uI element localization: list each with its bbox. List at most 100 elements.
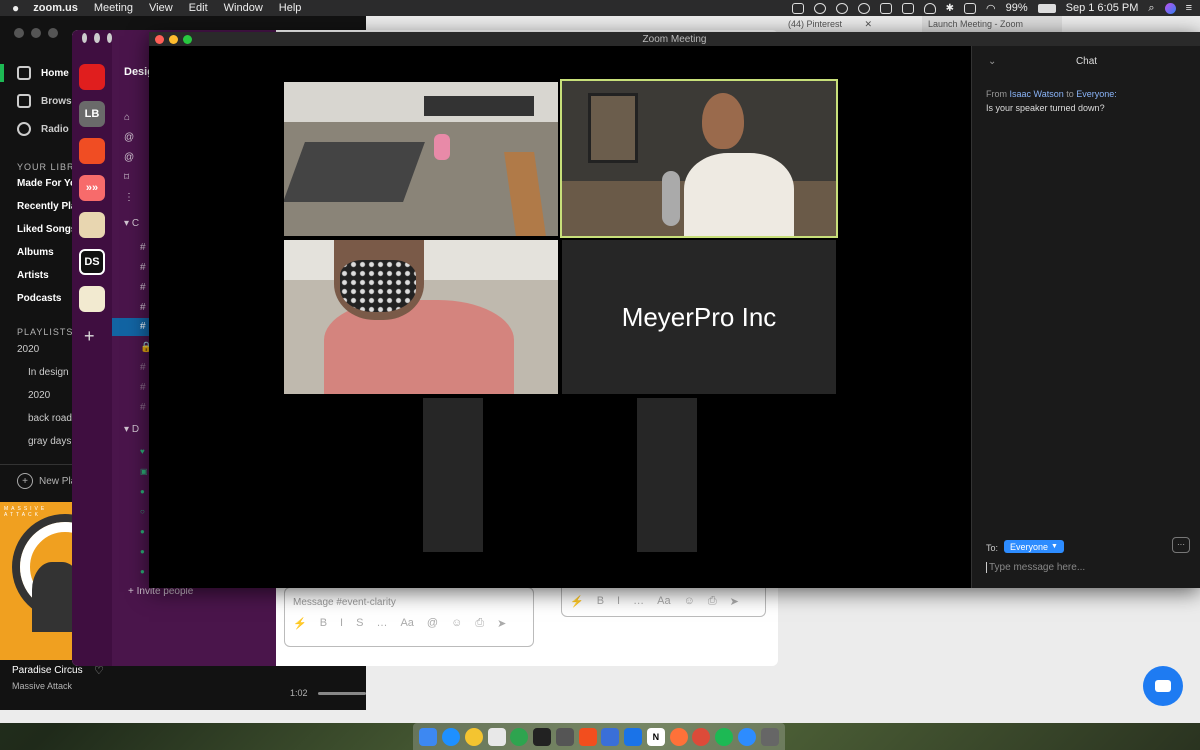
app-icon[interactable] xyxy=(464,727,483,746)
close-window-button[interactable] xyxy=(155,35,164,44)
now-playing-artist[interactable]: Massive Attack xyxy=(12,681,72,691)
format-icon[interactable]: Aa xyxy=(400,617,413,630)
app-menu[interactable]: zoom.us xyxy=(33,2,78,14)
dm-section-header[interactable]: ▾ D xyxy=(124,424,139,435)
chat-more-button[interactable]: ··· xyxy=(1172,537,1190,553)
shortcuts-icon[interactable]: ⚡ xyxy=(293,617,307,630)
video-tile-participant-5[interactable] xyxy=(423,398,697,552)
firefox-icon[interactable] xyxy=(669,727,688,746)
bold-icon[interactable]: B xyxy=(320,617,327,630)
recipient-dropdown[interactable]: Everyone ▼ xyxy=(1004,540,1064,553)
workspace-icon[interactable] xyxy=(79,138,105,164)
workspace-icon[interactable]: LB xyxy=(79,101,105,127)
workspace-icon[interactable] xyxy=(79,212,105,238)
strike-icon[interactable]: S xyxy=(356,617,363,630)
playlist-item[interactable]: 2020 xyxy=(28,390,50,401)
spotify-nav-radio[interactable]: Radio xyxy=(17,122,69,136)
attach-icon[interactable]: ⎙ xyxy=(475,617,484,630)
more-icon[interactable]: … xyxy=(633,595,644,608)
video-tile-participant-3[interactable] xyxy=(284,240,558,394)
menu-view[interactable]: View xyxy=(149,2,173,14)
app-store-icon[interactable] xyxy=(442,727,461,746)
cloud-icon[interactable] xyxy=(923,2,936,14)
send-icon[interactable]: ➤ xyxy=(730,595,739,608)
channels-section-header[interactable]: ▾ C xyxy=(124,218,139,229)
workspace-icon[interactable] xyxy=(79,64,105,90)
menu-window[interactable]: Window xyxy=(224,2,263,14)
library-podcasts[interactable]: Podcasts xyxy=(17,293,61,304)
bluetooth-icon[interactable]: ✱ xyxy=(946,3,954,14)
status-icon[interactable] xyxy=(835,2,848,14)
emoji-icon[interactable]: ☺ xyxy=(451,617,462,630)
channel-list[interactable]: # # # # xyxy=(140,238,146,318)
format-icon[interactable]: Aa xyxy=(657,595,670,608)
channel-item-selected[interactable]: # xyxy=(112,318,149,336)
playlist-item[interactable]: gray days xyxy=(28,436,71,447)
chrome-icon[interactable] xyxy=(692,727,711,746)
now-playing-title[interactable]: Paradise Circus xyxy=(12,665,83,676)
spotify-nav-browse[interactable]: Browse xyxy=(17,94,77,108)
menu-edit[interactable]: Edit xyxy=(189,2,208,14)
slack-icon[interactable] xyxy=(487,727,506,746)
video-tile-participant-1[interactable] xyxy=(284,82,558,236)
menu-help[interactable]: Help xyxy=(279,2,302,14)
sync-icon[interactable] xyxy=(813,2,826,14)
clock[interactable]: Sep 1 6:05 PM xyxy=(1066,2,1139,14)
finder-icon[interactable] xyxy=(419,727,438,746)
terminal-icon[interactable] xyxy=(533,727,552,746)
spotify-icon[interactable] xyxy=(715,727,734,746)
app-icon[interactable] xyxy=(601,727,620,746)
zoom-icon[interactable] xyxy=(737,727,756,746)
maximize-window-button[interactable] xyxy=(183,35,192,44)
chat-sender[interactable]: Isaac Watson xyxy=(1010,89,1064,99)
add-workspace-button[interactable]: + xyxy=(84,326,95,347)
send-icon[interactable]: ➤ xyxy=(497,617,506,630)
display-icon[interactable] xyxy=(963,2,976,14)
italic-icon[interactable]: I xyxy=(617,595,620,608)
album-art[interactable]: MASSIVE ATTACK xyxy=(0,502,72,660)
siri-icon[interactable] xyxy=(1164,2,1176,14)
notion-icon[interactable]: N xyxy=(646,727,665,746)
thread-composer[interactable]: ⚡ B I … Aa ☺ ⎙ ➤ xyxy=(561,587,766,617)
chat-bubble-button[interactable] xyxy=(1143,666,1183,706)
notification-center-icon[interactable]: ≡ xyxy=(1186,2,1192,14)
italic-icon[interactable]: I xyxy=(340,617,343,630)
status-icon[interactable] xyxy=(791,2,804,14)
mention-icon[interactable]: @ xyxy=(427,617,438,630)
progress-bar[interactable] xyxy=(318,692,366,695)
more-icon[interactable]: … xyxy=(376,617,387,630)
apple-menu-icon[interactable]: ● xyxy=(12,1,19,15)
playlist-item[interactable]: 2020 xyxy=(17,344,39,355)
workspace-icon[interactable] xyxy=(79,286,105,312)
status-icon[interactable] xyxy=(901,2,914,14)
attach-icon[interactable]: ⎙ xyxy=(708,595,717,608)
message-composer[interactable]: Message #event-clarity ⚡ B I S … Aa @ ☺ … xyxy=(284,587,534,647)
status-icon[interactable] xyxy=(879,2,892,14)
shortcuts-icon[interactable]: ⚡ xyxy=(570,595,584,608)
app-icon[interactable] xyxy=(510,727,529,746)
library-artists[interactable]: Artists xyxy=(17,270,49,281)
spotlight-search-icon[interactable]: ⌕ xyxy=(1148,2,1154,15)
playlist-item[interactable]: back roads xyxy=(28,413,77,424)
app-icon[interactable] xyxy=(624,727,643,746)
minimize-window-button[interactable] xyxy=(169,35,178,44)
chat-message-input[interactable]: Type message here... xyxy=(986,562,1186,573)
menu-meeting[interactable]: Meeting xyxy=(94,2,133,14)
emoji-icon[interactable]: ☺ xyxy=(684,595,695,608)
figma-icon[interactable] xyxy=(578,727,597,746)
status-icon[interactable] xyxy=(857,2,870,14)
app-icon[interactable] xyxy=(555,727,574,746)
workspace-icon[interactable]: DS xyxy=(79,249,105,275)
workspace-icon[interactable]: »» xyxy=(79,175,105,201)
spotify-nav-home[interactable]: Home xyxy=(17,66,69,80)
library-liked-songs[interactable]: Liked Songs xyxy=(17,224,76,235)
library-albums[interactable]: Albums xyxy=(17,247,54,258)
battery-icon[interactable] xyxy=(1037,3,1056,13)
video-tile-name-only[interactable]: MeyerPro Inc xyxy=(562,240,836,394)
dm-list[interactable]: ♥ ▣ ● ○ ● ● ● xyxy=(140,442,148,582)
video-tile-active-speaker[interactable] xyxy=(560,79,838,238)
playlist-item[interactable]: In design xyxy=(28,367,69,378)
wifi-icon[interactable]: ◠ xyxy=(986,2,996,15)
sidebar-shortcuts[interactable]: ⌂ @ @ ⌑ ⋮ xyxy=(124,108,134,208)
bold-icon[interactable]: B xyxy=(597,595,604,608)
